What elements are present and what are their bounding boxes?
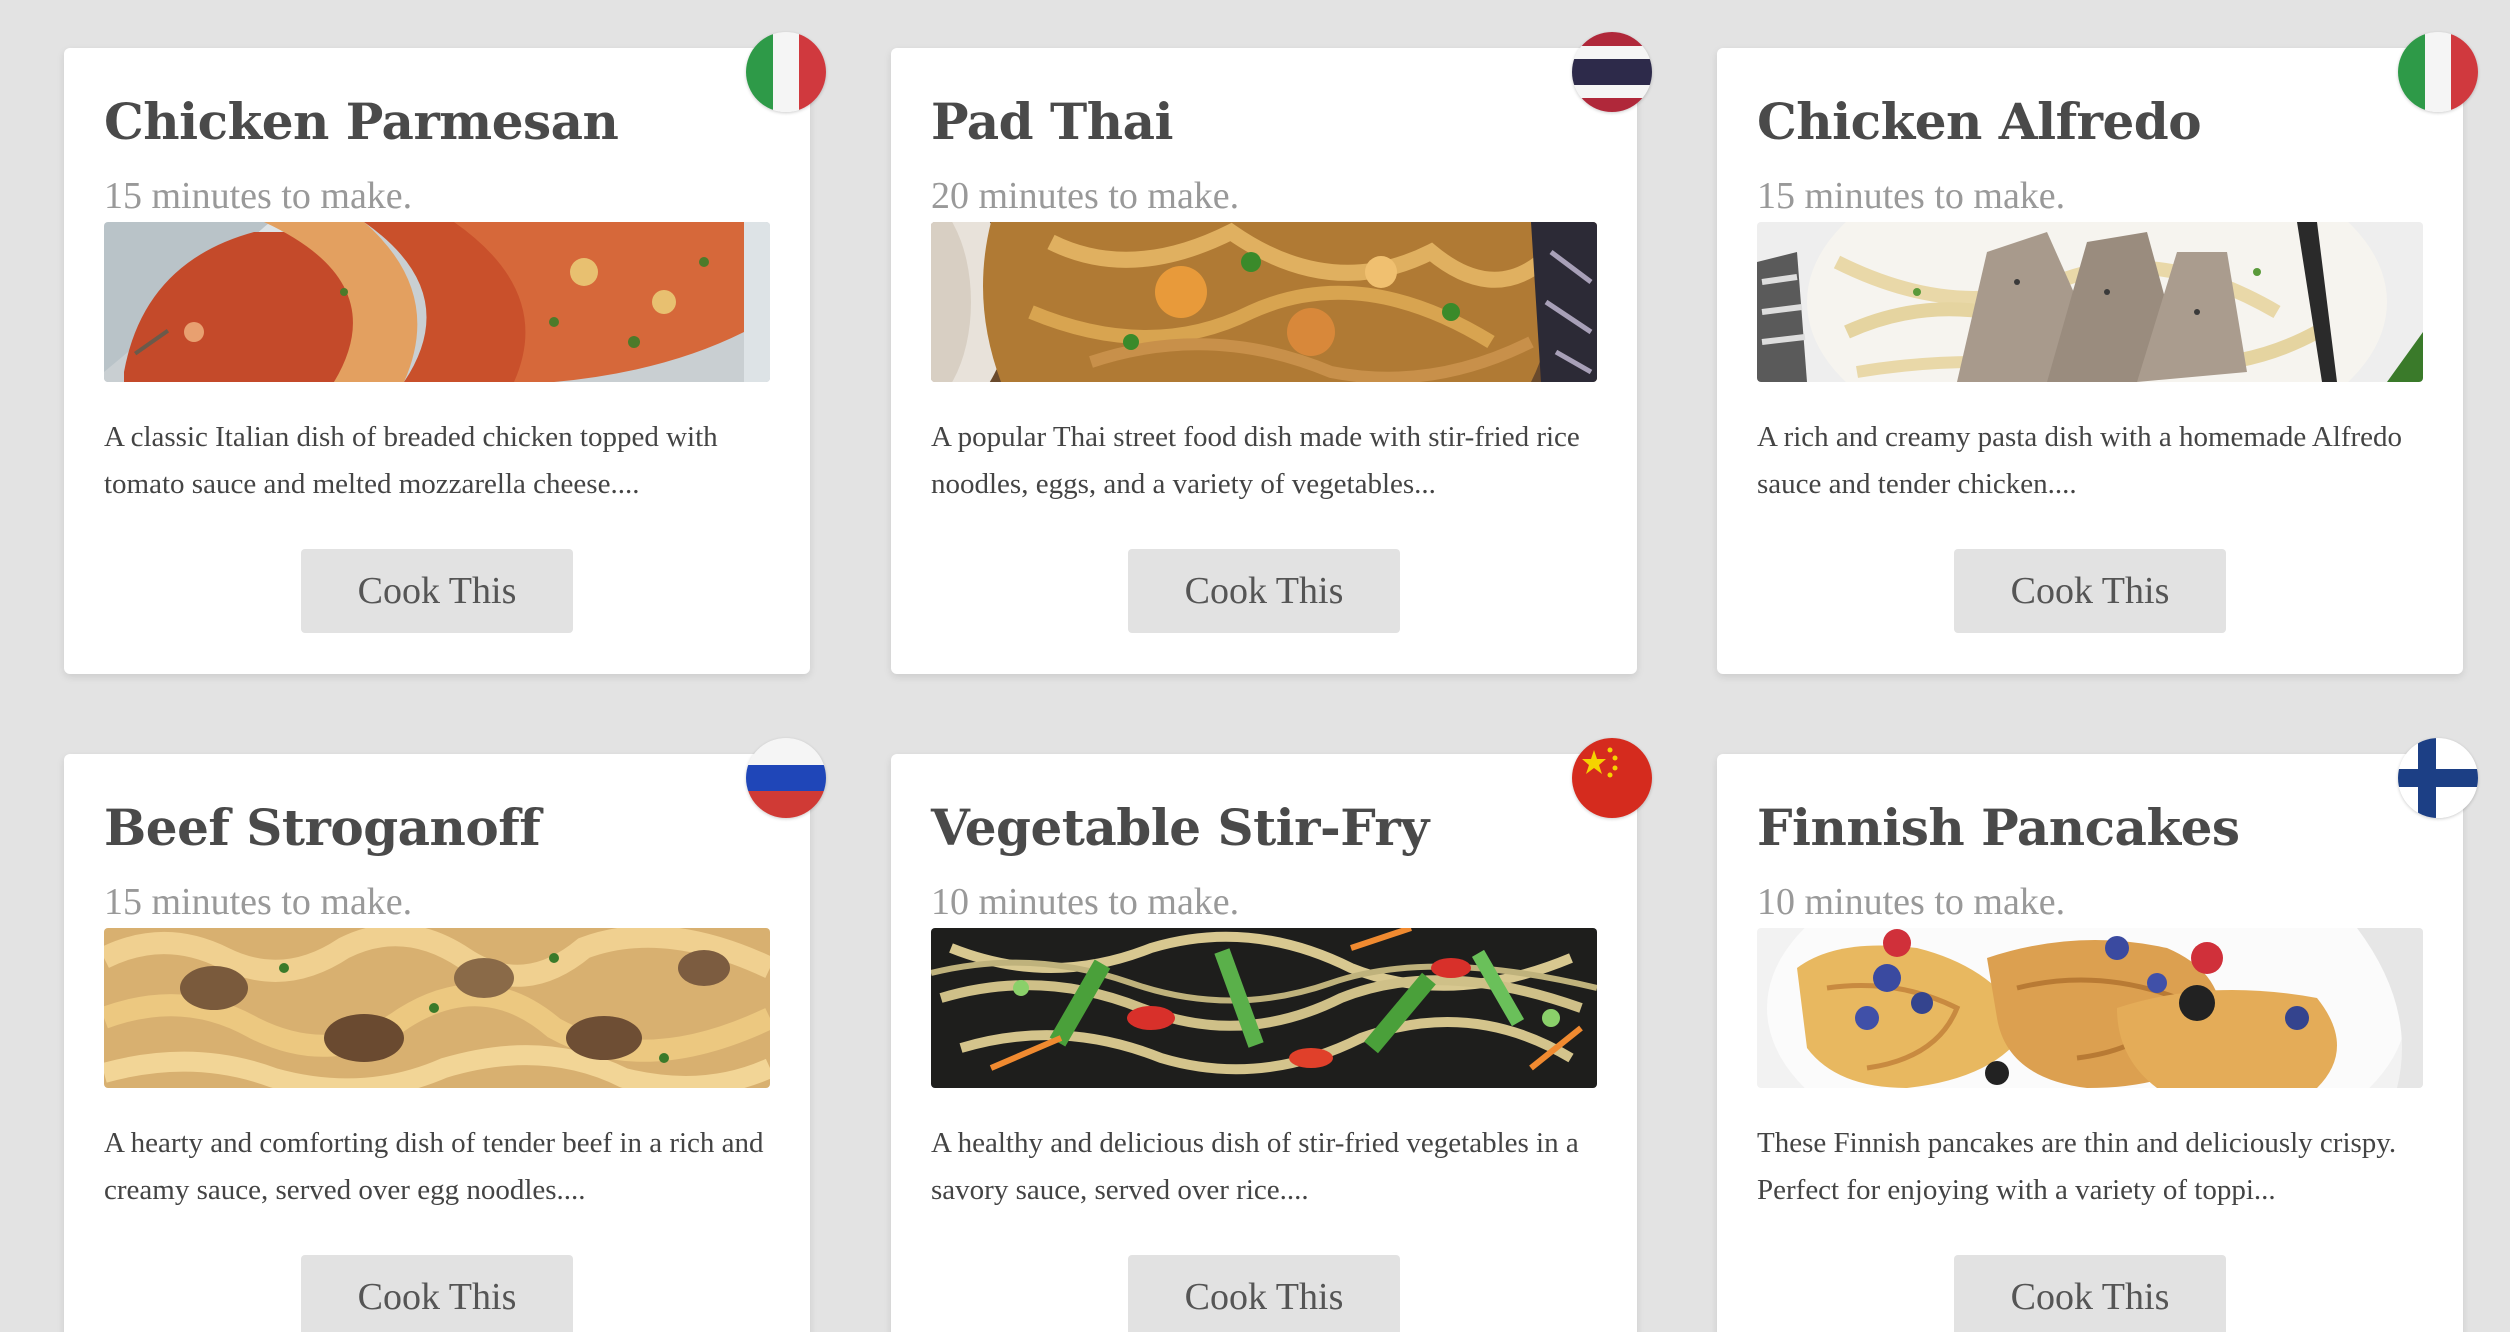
recipe-title: Beef Stroganoff [104,798,541,857]
cook-this-button[interactable]: Cook This [1954,549,2226,633]
recipe-title: Vegetable Stir-Fry [931,798,1429,857]
recipe-card-beef-stroganoff: Beef Stroganoff 15 minutes to make. A he… [64,754,810,1332]
pad-thai-photo [931,222,1597,382]
cook-this-button[interactable]: Cook This [301,1255,573,1332]
cook-this-button[interactable]: Cook This [1128,549,1400,633]
cook-this-button[interactable]: Cook This [301,549,573,633]
beef-stroganoff-photo [104,928,770,1088]
thailand-flag-icon [1572,32,1652,112]
recipe-description: A popular Thai street food dish made wit… [931,421,1580,500]
recipe-time: 15 minutes to make. [104,881,413,923]
russia-flag-icon [746,738,826,818]
italy-flag-icon [746,32,826,112]
cook-this-button[interactable]: Cook This [1954,1255,2226,1332]
recipe-title: Chicken Alfredo [1757,92,2202,151]
recipe-description: A healthy and delicious dish of stir-fri… [931,1127,1579,1206]
recipe-time: 10 minutes to make. [1757,881,2066,923]
recipe-time: 10 minutes to make. [931,881,1240,923]
recipe-title: Finnish Pancakes [1757,798,2240,857]
vegetable-stir-fry-photo [931,928,1597,1088]
recipe-card-chicken-alfredo: Chicken Alfredo 15 minutes to make. A ri… [1717,48,2463,674]
recipe-time: 15 minutes to make. [1757,175,2066,217]
finland-flag-icon [2398,738,2478,818]
recipe-grid: Chicken Parmesan 15 minutes to make. A c… [0,0,2510,1332]
recipe-title: Pad Thai [931,92,1173,151]
recipe-description: A rich and creamy pasta dish with a home… [1757,421,2403,500]
recipe-time: 15 minutes to make. [104,175,413,217]
recipe-description: A classic Italian dish of breaded chicke… [104,421,718,500]
italy-flag-icon [2398,32,2478,112]
recipe-description: These Finnish pancakes are thin and deli… [1757,1127,2397,1206]
finnish-pancakes-photo [1757,928,2423,1088]
recipe-card-pad-thai: Pad Thai 20 minutes to make. A popular T… [891,48,1637,674]
recipe-time: 20 minutes to make. [931,175,1240,217]
recipe-description: A hearty and comforting dish of tender b… [104,1127,764,1206]
recipe-card-vegetable-stir-fry: Vegetable Stir-Fry 10 minutes to make. A… [891,754,1637,1332]
chicken-alfredo-photo [1757,222,2423,382]
recipe-card-finnish-pancakes: Finnish Pancakes 10 minutes to make. The… [1717,754,2463,1332]
recipe-card-chicken-parmesan: Chicken Parmesan 15 minutes to make. A c… [64,48,810,674]
recipe-title: Chicken Parmesan [104,92,619,151]
cook-this-button[interactable]: Cook This [1128,1255,1400,1332]
chicken-parmesan-photo [104,222,770,382]
china-flag-icon [1572,738,1652,818]
